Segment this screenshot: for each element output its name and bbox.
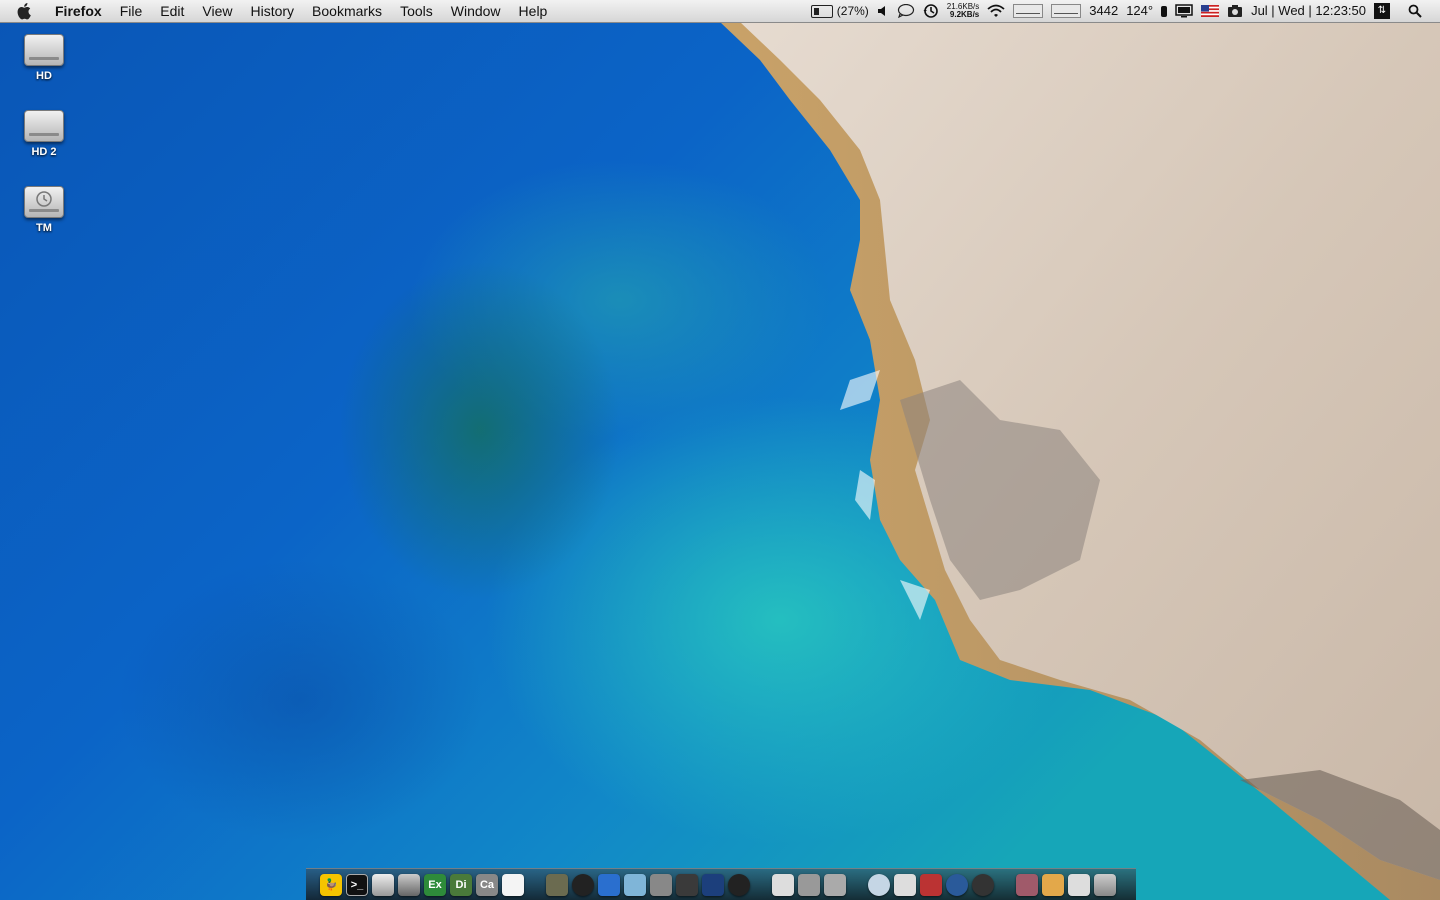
battery-icon [810, 4, 833, 18]
menu-file[interactable]: File [111, 0, 152, 22]
menu-edit[interactable]: Edit [151, 0, 193, 22]
time-machine-drive-icon [24, 186, 64, 218]
battery-status[interactable]: (27%) [810, 0, 869, 22]
hard-drive-icon [24, 34, 64, 66]
volume-icon[interactable] [877, 0, 889, 22]
documents-folder-icon[interactable] [1042, 873, 1064, 896]
disk-utility-icon[interactable] [372, 873, 394, 896]
screenshot-camera-icon[interactable] [1227, 0, 1243, 22]
desktop-icon-hd[interactable]: HD [9, 34, 79, 82]
textedit-icon[interactable] [502, 873, 524, 896]
script-editor-icon[interactable] [772, 873, 794, 896]
ipod-icon[interactable] [1161, 0, 1168, 22]
system-tools-icon[interactable] [798, 873, 820, 896]
hard-drive-icon [24, 110, 64, 142]
time-machine-icon[interactable] [923, 0, 939, 22]
itunes-icon[interactable] [972, 873, 994, 896]
menu-tools[interactable]: Tools [391, 0, 442, 22]
fast-user-switch-icon[interactable]: ⇅ [1374, 0, 1390, 22]
network-utility-icon[interactable] [650, 873, 672, 896]
dictionary-icon[interactable]: Di [450, 873, 472, 896]
wallpaper-cliff [720, 22, 1440, 900]
status-count[interactable]: 3442 [1089, 0, 1118, 22]
photos-stack-icon[interactable] [1016, 873, 1038, 896]
memory-graph-icon [1051, 4, 1082, 18]
clock[interactable]: Jul | Wed | 12:23:50 [1251, 0, 1366, 22]
mail-icon[interactable] [894, 873, 916, 896]
apple-menu-icon[interactable] [14, 0, 34, 22]
cpu-meter[interactable] [1013, 0, 1044, 22]
memory-meter[interactable] [1051, 0, 1082, 22]
transmission-icon[interactable] [920, 873, 942, 896]
wifi-icon[interactable] [987, 0, 1005, 22]
chat-bubble-icon[interactable] [897, 0, 915, 22]
menu-bar: Firefox File Edit View History Bookmarks… [0, 0, 1440, 23]
cyberduck-icon[interactable]: 🦆 [320, 873, 342, 896]
desktop-icon-label: HD [36, 70, 52, 82]
growl-icon[interactable] [572, 873, 594, 896]
ichat-icon[interactable] [676, 873, 698, 896]
calculator-icon[interactable]: Ca [476, 873, 498, 896]
preview-icon[interactable] [624, 873, 646, 896]
app-menu-firefox[interactable]: Firefox [46, 0, 111, 22]
utilities-icon[interactable] [824, 873, 846, 896]
menu-bookmarks[interactable]: Bookmarks [303, 0, 391, 22]
us-flag-icon[interactable] [1201, 0, 1220, 22]
excel-icon[interactable]: Ex [424, 873, 446, 896]
display-icon[interactable] [1175, 0, 1193, 22]
aperture-icon[interactable] [728, 873, 750, 896]
adium-icon[interactable] [598, 873, 620, 896]
firefox-icon[interactable] [946, 873, 968, 896]
desktop-icon-tm[interactable]: TM [9, 186, 79, 234]
desktop-icon-label: TM [36, 222, 52, 234]
cpu-graph-icon [1013, 4, 1044, 18]
trash-icon[interactable] [1094, 873, 1116, 896]
temperature-status[interactable]: 124° [1126, 0, 1153, 22]
printer-icon[interactable] [398, 873, 420, 896]
spotlight-search-icon[interactable] [1408, 0, 1422, 22]
safari-icon[interactable] [868, 873, 890, 896]
battery-percent: (27%) [836, 4, 869, 18]
automator-icon[interactable] [546, 873, 568, 896]
desktop-icon-label: HD 2 [31, 146, 57, 158]
menu-view[interactable]: View [193, 0, 241, 22]
menu-window[interactable]: Window [442, 0, 510, 22]
desktop-icon-hd-2[interactable]: HD 2 [9, 110, 79, 158]
downloads-folder-icon[interactable] [1068, 873, 1090, 896]
network-download-speed: 9.2KB/s [949, 10, 980, 19]
dock: 🦆 >_ Ex Di Ca [306, 868, 1136, 900]
menu-history[interactable]: History [241, 0, 303, 22]
terminal-icon[interactable]: >_ [346, 873, 368, 896]
photoshop-icon[interactable] [702, 873, 724, 896]
network-speed[interactable]: 21.6KB/s 9.2KB/s [947, 0, 979, 22]
menu-help[interactable]: Help [510, 0, 557, 22]
